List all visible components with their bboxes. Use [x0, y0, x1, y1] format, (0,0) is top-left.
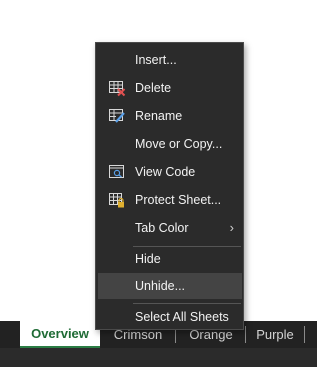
- menu-item-insert[interactable]: Insert...: [98, 47, 242, 73]
- menu-item-tab-color[interactable]: Tab Color ›: [98, 215, 242, 241]
- menu-item-unhide[interactable]: Unhide...: [98, 273, 242, 299]
- menu-item-label: Rename: [135, 109, 183, 123]
- protect-sheet-icon: [108, 191, 126, 209]
- delete-sheet-icon: [108, 79, 126, 97]
- sheet-tab-purple[interactable]: Purple: [246, 321, 304, 348]
- menu-item-rename[interactable]: Rename: [98, 103, 242, 129]
- menu-item-view-code[interactable]: View Code: [98, 159, 242, 185]
- tab-divider: [304, 326, 305, 343]
- menu-item-label: Protect Sheet...: [135, 193, 222, 207]
- view-code-icon: [108, 163, 126, 181]
- menu-item-label: Unhide...: [135, 279, 186, 293]
- menu-item-label: Move or Copy...: [135, 137, 223, 151]
- menu-item-label: View Code: [135, 165, 196, 179]
- chevron-right-icon: ›: [229, 220, 234, 235]
- menu-item-select-all-sheets[interactable]: Select All Sheets: [98, 304, 242, 330]
- menu-item-label: Insert...: [135, 53, 177, 67]
- menu-item-label: Select All Sheets: [135, 310, 229, 324]
- status-strip: [0, 348, 317, 367]
- menu-item-label: Hide: [135, 252, 161, 266]
- menu-item-delete[interactable]: Delete: [98, 75, 242, 101]
- menu-item-hide[interactable]: Hide: [98, 246, 242, 272]
- menu-item-label: Delete: [135, 81, 172, 95]
- sheet-tab-overview[interactable]: Overview: [20, 321, 100, 348]
- sheet-context-menu: Insert... Delete Rename Move or Copy... …: [95, 42, 244, 330]
- menu-item-move-or-copy[interactable]: Move or Copy...: [98, 131, 242, 157]
- rename-sheet-icon: [108, 107, 126, 125]
- menu-item-protect-sheet[interactable]: Protect Sheet...: [98, 187, 242, 213]
- menu-item-label: Tab Color: [135, 221, 189, 235]
